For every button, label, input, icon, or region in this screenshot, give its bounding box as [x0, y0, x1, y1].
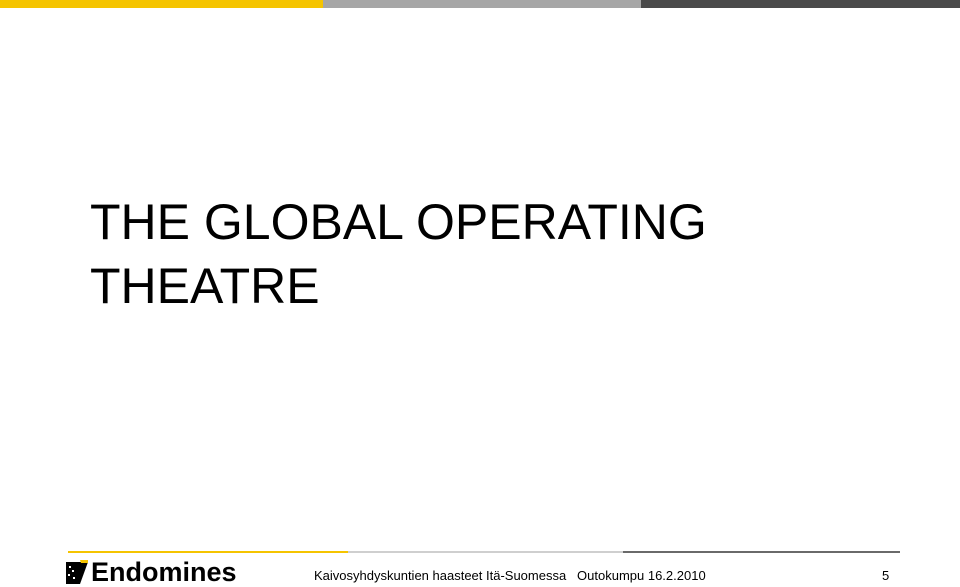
top-accent-light-gray	[323, 0, 641, 8]
footer-rule-dark-gray	[623, 551, 900, 553]
footer-rule-yellow	[68, 551, 348, 553]
endomines-logo: Endomines	[66, 558, 237, 586]
slide-title: THE GLOBAL OPERATING THEATRE	[90, 190, 707, 318]
top-accent-dark-gray	[641, 0, 960, 8]
logo-wordmark: Endomines	[91, 557, 237, 587]
logo-mark-icon	[66, 560, 88, 584]
footer-caption: Kaivosyhdyskuntien haasteet Itä-Suomessa…	[314, 568, 706, 583]
footer-rule-light-gray	[348, 551, 623, 553]
page-number: 5	[882, 568, 890, 583]
slide-title-line-1: THE GLOBAL OPERATING	[90, 194, 707, 250]
top-accent-yellow	[0, 0, 323, 8]
top-accent-bar	[0, 0, 960, 8]
slide-title-line-2: THEATRE	[90, 258, 320, 314]
